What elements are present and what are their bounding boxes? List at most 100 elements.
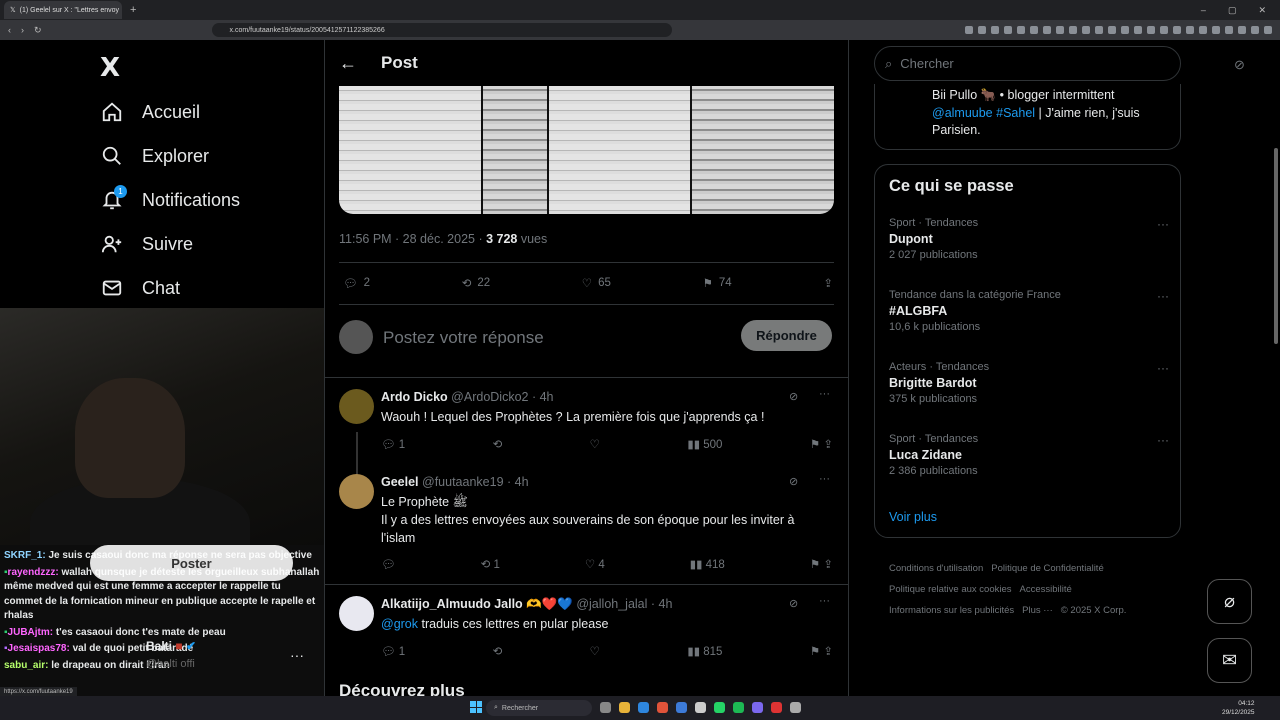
app-icon[interactable]	[600, 702, 611, 713]
more-icon[interactable]: ···	[819, 595, 830, 607]
browser-tab[interactable]: 𝕏 (1) Geelel sur X : "Lettres envoy ✕	[4, 1, 122, 19]
app-icon[interactable]	[733, 702, 744, 713]
extension-icon[interactable]	[1251, 26, 1259, 34]
extension-icon[interactable]	[1043, 26, 1051, 34]
scrollbar-thumb[interactable]	[1274, 148, 1278, 344]
heart-icon[interactable]: ♡	[590, 437, 600, 451]
windows-start-icon[interactable]	[470, 701, 482, 713]
reply-input[interactable]: Postez votre réponse	[383, 328, 544, 348]
mention-link[interactable]: @grok	[381, 617, 418, 631]
scrollbar[interactable]	[1272, 40, 1280, 696]
extension-icon[interactable]	[1264, 26, 1272, 34]
forward-nav-icon[interactable]: ›	[21, 25, 24, 35]
extension-icon[interactable]	[1004, 26, 1012, 34]
extension-icon[interactable]	[1173, 26, 1181, 34]
search-input[interactable]: ⌕ Chercher	[874, 46, 1181, 81]
bookmark-icon[interactable]: ⚑ ⇪	[810, 644, 833, 658]
bookmark-action[interactable]: ⚑ 74	[703, 276, 732, 290]
extension-icon[interactable]	[1069, 26, 1077, 34]
reply-icon[interactable]: 💬︎ 1	[381, 644, 405, 658]
x-logo-icon[interactable]: X	[100, 53, 120, 83]
app-icon[interactable]	[790, 702, 801, 713]
back-nav-icon[interactable]: ‹	[8, 25, 11, 35]
views-icon[interactable]: ▮▮ 418	[690, 557, 725, 571]
reply-author[interactable]: Alkatiijo_Almuudo Jallo 🫶❤️💙 @jalloh_jal…	[381, 597, 672, 612]
trend-item[interactable]: Tendance dans la catégorie France #ALGBF…	[889, 289, 1169, 333]
repost-icon[interactable]: ⟲	[493, 644, 503, 658]
block-icon[interactable]: ⊘	[789, 597, 798, 610]
extension-icon[interactable]	[1030, 26, 1038, 34]
footer-link[interactable]: Conditions d'utilisation	[889, 563, 983, 574]
heart-icon[interactable]: ♡ 4	[585, 557, 605, 571]
extension-icon[interactable]	[1108, 26, 1116, 34]
app-icon[interactable]	[771, 702, 782, 713]
bookmark-icon[interactable]: ⚑ ⇪	[810, 437, 833, 451]
extension-icon[interactable]	[1225, 26, 1233, 34]
repost-action[interactable]: ⟲ 22	[462, 276, 490, 290]
repost-icon[interactable]: ⟲	[493, 437, 503, 451]
like-action[interactable]: ♡ 65	[582, 276, 611, 290]
avatar[interactable]	[339, 389, 374, 424]
block-icon[interactable]: ⊘	[789, 390, 798, 403]
more-icon[interactable]: ···	[1157, 361, 1169, 375]
footer-link[interactable]: Politique relative aux cookies	[889, 584, 1012, 595]
system-clock[interactable]: 04:12 29/12/2025	[1222, 699, 1255, 717]
app-icon[interactable]	[752, 702, 763, 713]
nav-home[interactable]: Accueil	[100, 100, 200, 124]
extension-icon[interactable]	[1056, 26, 1064, 34]
poster-button[interactable]: Poster	[90, 545, 293, 581]
reply-author[interactable]: Geelel @fuutaanke19 · 4h	[381, 475, 529, 489]
more-icon[interactable]: ···	[290, 647, 304, 663]
more-icon[interactable]: ···	[1157, 289, 1169, 303]
trend-item[interactable]: Sport · Tendances Luca Zidane 2 386 publ…	[889, 433, 1169, 477]
minimize-icon[interactable]: –	[1201, 5, 1206, 16]
more-icon[interactable]: ···	[819, 388, 830, 400]
grok-icon[interactable]: ⌀	[1207, 579, 1252, 624]
extension-icon[interactable]	[1238, 26, 1246, 34]
trend-item[interactable]: Acteurs · Tendances Brigitte Bardot 375 …	[889, 361, 1169, 405]
extension-icon[interactable]	[1160, 26, 1168, 34]
mention-link[interactable]: @almuube	[932, 106, 993, 120]
extension-icon[interactable]	[1017, 26, 1025, 34]
hashtag-link[interactable]: #Sahel	[996, 106, 1035, 120]
extension-icon[interactable]	[1082, 26, 1090, 34]
nav-explore[interactable]: Explorer	[100, 144, 209, 168]
extension-icon[interactable]	[1134, 26, 1142, 34]
reply-button[interactable]: Répondre	[741, 320, 832, 351]
avatar[interactable]	[339, 596, 374, 631]
more-icon[interactable]: ···	[1157, 217, 1169, 231]
account-switcher-name[interactable]: Balti ■ ✔	[146, 639, 196, 653]
app-icon[interactable]	[676, 702, 687, 713]
footer-link[interactable]: Informations sur les publicités	[889, 605, 1014, 616]
nav-chat[interactable]: Chat	[100, 276, 180, 300]
nav-notifications[interactable]: 1 Notifications	[100, 185, 240, 212]
reply-icon[interactable]: 💬︎ 1	[381, 437, 405, 451]
extension-icon[interactable]	[1147, 26, 1155, 34]
heart-icon[interactable]: ♡	[590, 644, 600, 658]
views-icon[interactable]: ▮▮ 500	[687, 437, 722, 451]
extension-icon[interactable]	[1199, 26, 1207, 34]
extension-icon[interactable]	[1212, 26, 1220, 34]
more-icon[interactable]: ···	[819, 473, 830, 485]
more-icon[interactable]: ···	[1157, 433, 1169, 447]
app-icon[interactable]	[695, 702, 706, 713]
post-image[interactable]	[339, 86, 834, 214]
app-icon[interactable]	[714, 702, 725, 713]
views-icon[interactable]: ▮▮ 815	[687, 644, 722, 658]
reply-icon[interactable]: 💬︎	[381, 557, 396, 571]
extension-icon[interactable]	[965, 26, 973, 34]
reply-action[interactable]: 💬︎ 2	[343, 276, 370, 290]
reload-icon[interactable]: ↻	[34, 25, 42, 36]
block-icon[interactable]: ⊘	[1234, 57, 1245, 73]
show-more-link[interactable]: Voir plus	[889, 510, 937, 524]
extension-icon[interactable]	[991, 26, 999, 34]
extension-icon[interactable]	[1121, 26, 1129, 34]
reply-author[interactable]: Ardo Dicko @ArdoDicko2 · 4h	[381, 390, 554, 404]
back-arrow-icon[interactable]: ←	[339, 53, 357, 74]
maximize-icon[interactable]: ▢	[1228, 5, 1237, 16]
nav-follow[interactable]: Suivre	[100, 232, 193, 256]
post-timestamp[interactable]: 11:56 PM · 28 déc. 2025 ·	[339, 232, 486, 246]
taskbar-search[interactable]: ⌕ Rechercher	[486, 700, 592, 716]
block-icon[interactable]: ⊘	[789, 475, 798, 488]
messages-icon[interactable]: ✉	[1207, 638, 1252, 683]
